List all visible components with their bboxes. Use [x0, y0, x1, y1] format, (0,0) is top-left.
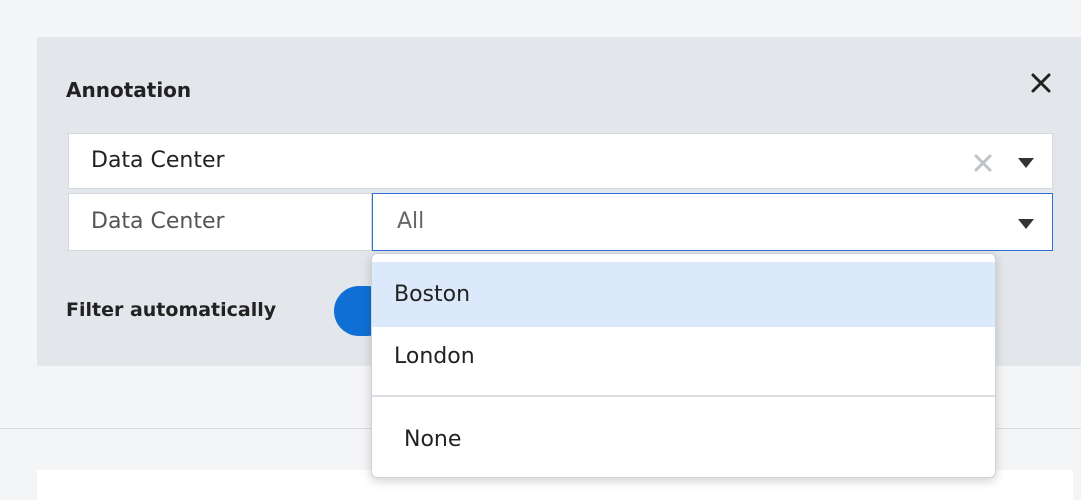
close-icon: [1031, 73, 1051, 93]
dropdown-option-label: Boston: [394, 282, 471, 307]
clear-icon: [974, 154, 992, 172]
annotation-filter-row: Data Center All: [68, 193, 1053, 251]
close-button[interactable]: [1026, 68, 1056, 98]
dropdown-option-label: None: [404, 427, 462, 452]
filter-label: Data Center: [91, 209, 225, 234]
panel-title: Annotation: [66, 78, 192, 102]
clear-button[interactable]: [972, 152, 994, 174]
filter-value-caret[interactable]: [1017, 218, 1035, 230]
filter-value-select[interactable]: All: [372, 193, 1053, 251]
filter-value: All: [397, 209, 425, 234]
dropdown-option-london[interactable]: London: [372, 324, 995, 389]
filter-automatically-label: Filter automatically: [66, 299, 277, 321]
annotation-select-caret[interactable]: [1017, 157, 1035, 169]
caret-down-icon: [1018, 219, 1034, 229]
filter-value-dropdown: Boston London None: [371, 253, 996, 478]
annotation-select[interactable]: Data Center: [68, 133, 1053, 189]
caret-down-icon: [1018, 158, 1034, 168]
dropdown-option-none[interactable]: None: [372, 407, 995, 472]
dropdown-option-label: London: [394, 344, 475, 369]
annotation-select-value: Data Center: [91, 148, 225, 173]
dropdown-divider: [372, 395, 995, 397]
filter-label-box: Data Center: [68, 193, 372, 251]
dropdown-option-boston[interactable]: Boston: [372, 262, 995, 327]
page: Annotation Data Center Data Center All F…: [0, 0, 1081, 500]
